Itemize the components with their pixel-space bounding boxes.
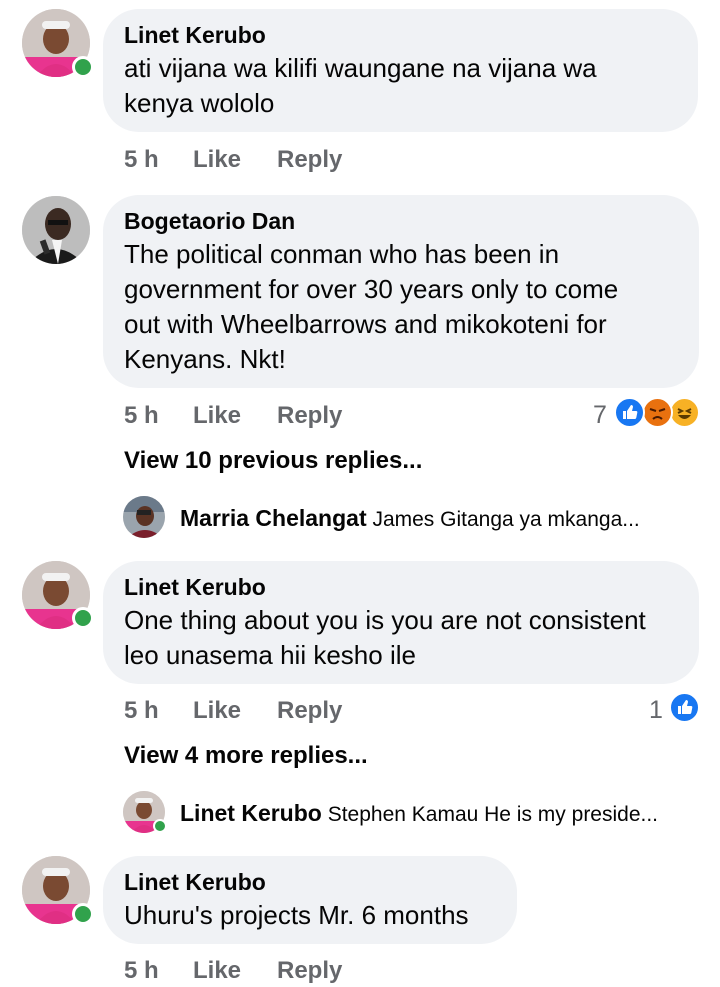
comment-time[interactable]: 5 h [124,697,159,725]
avatar-marria-chelangat[interactable] [123,496,165,538]
comment-text-line: ati vijana wa kilifi waungane na vijana … [124,53,597,83]
reaction-count[interactable]: 1 [649,696,663,725]
reply-button[interactable]: Reply [277,957,342,985]
comment-text-line: The political conman who has been in [124,239,560,269]
comment-text-line: Uhuru's projects Mr. 6 months [124,900,469,930]
like-button[interactable]: Like [193,402,241,430]
reaction-count[interactable]: 7 [593,401,607,430]
reply-text: Stephen Kamau He is my preside... [327,803,659,826]
online-status-dot [72,903,94,925]
avatar-photo [123,496,165,538]
comment-bubble[interactable]: Linet Kerubo Uhuru's projects Mr. 6 mont… [103,856,517,944]
like-button[interactable]: Like [193,957,241,985]
comment-text-line: Kenyans. Nkt! [124,344,286,374]
comment-text-line: kenya wololo [124,88,275,118]
comment-author[interactable]: Bogetaorio Dan [124,207,677,235]
online-status-dot [72,56,94,78]
view-previous-replies-link[interactable]: View 10 previous replies... [124,447,422,475]
comment-author[interactable]: Linet Kerubo [124,21,676,49]
reply-preview[interactable]: Linet Kerubo Stephen Kamau He is my pres… [180,800,658,827]
comment-author[interactable]: Linet Kerubo [124,868,495,896]
reply-button[interactable]: Reply [277,402,342,430]
reply-author[interactable]: Linet Kerubo [180,800,322,826]
comment-text-line: leo unasema hii kesho ile [124,640,416,670]
like-button[interactable]: Like [193,146,241,174]
avatar-photo [22,196,90,264]
comment-bubble[interactable]: Linet Kerubo One thing about you is you … [103,561,699,684]
comment-bubble[interactable]: Bogetaorio Dan The political conman who … [103,195,699,388]
reply-button[interactable]: Reply [277,146,342,174]
comment-text-line: out with Wheelbarrows and mikokoteni for [124,309,607,339]
view-more-replies-link[interactable]: View 4 more replies... [124,742,368,770]
comment-text-line: One thing about you is you are not consi… [124,605,646,635]
online-status-dot [72,607,94,629]
like-button[interactable]: Like [193,697,241,725]
reply-text: James Gitanga ya mkanga... [372,508,640,531]
comment-time[interactable]: 5 h [124,957,159,985]
comment-text-line: government for over 30 years only to com… [124,274,619,304]
comment-bubble[interactable]: Linet Kerubo ati vijana wa kilifi waunga… [103,9,698,132]
comment-time[interactable]: 5 h [124,146,159,174]
angry-icon [642,397,673,428]
like-icon [614,397,645,428]
avatar-bogetaorio-dan[interactable] [22,196,90,264]
reply-author[interactable]: Marria Chelangat [180,505,367,531]
haha-icon [669,397,700,428]
like-icon [669,692,700,723]
reply-button[interactable]: Reply [277,697,342,725]
comment-author[interactable]: Linet Kerubo [124,573,677,601]
online-status-dot [153,819,167,833]
comment-time[interactable]: 5 h [124,402,159,430]
reply-preview[interactable]: Marria Chelangat James Gitanga ya mkanga… [180,505,640,532]
